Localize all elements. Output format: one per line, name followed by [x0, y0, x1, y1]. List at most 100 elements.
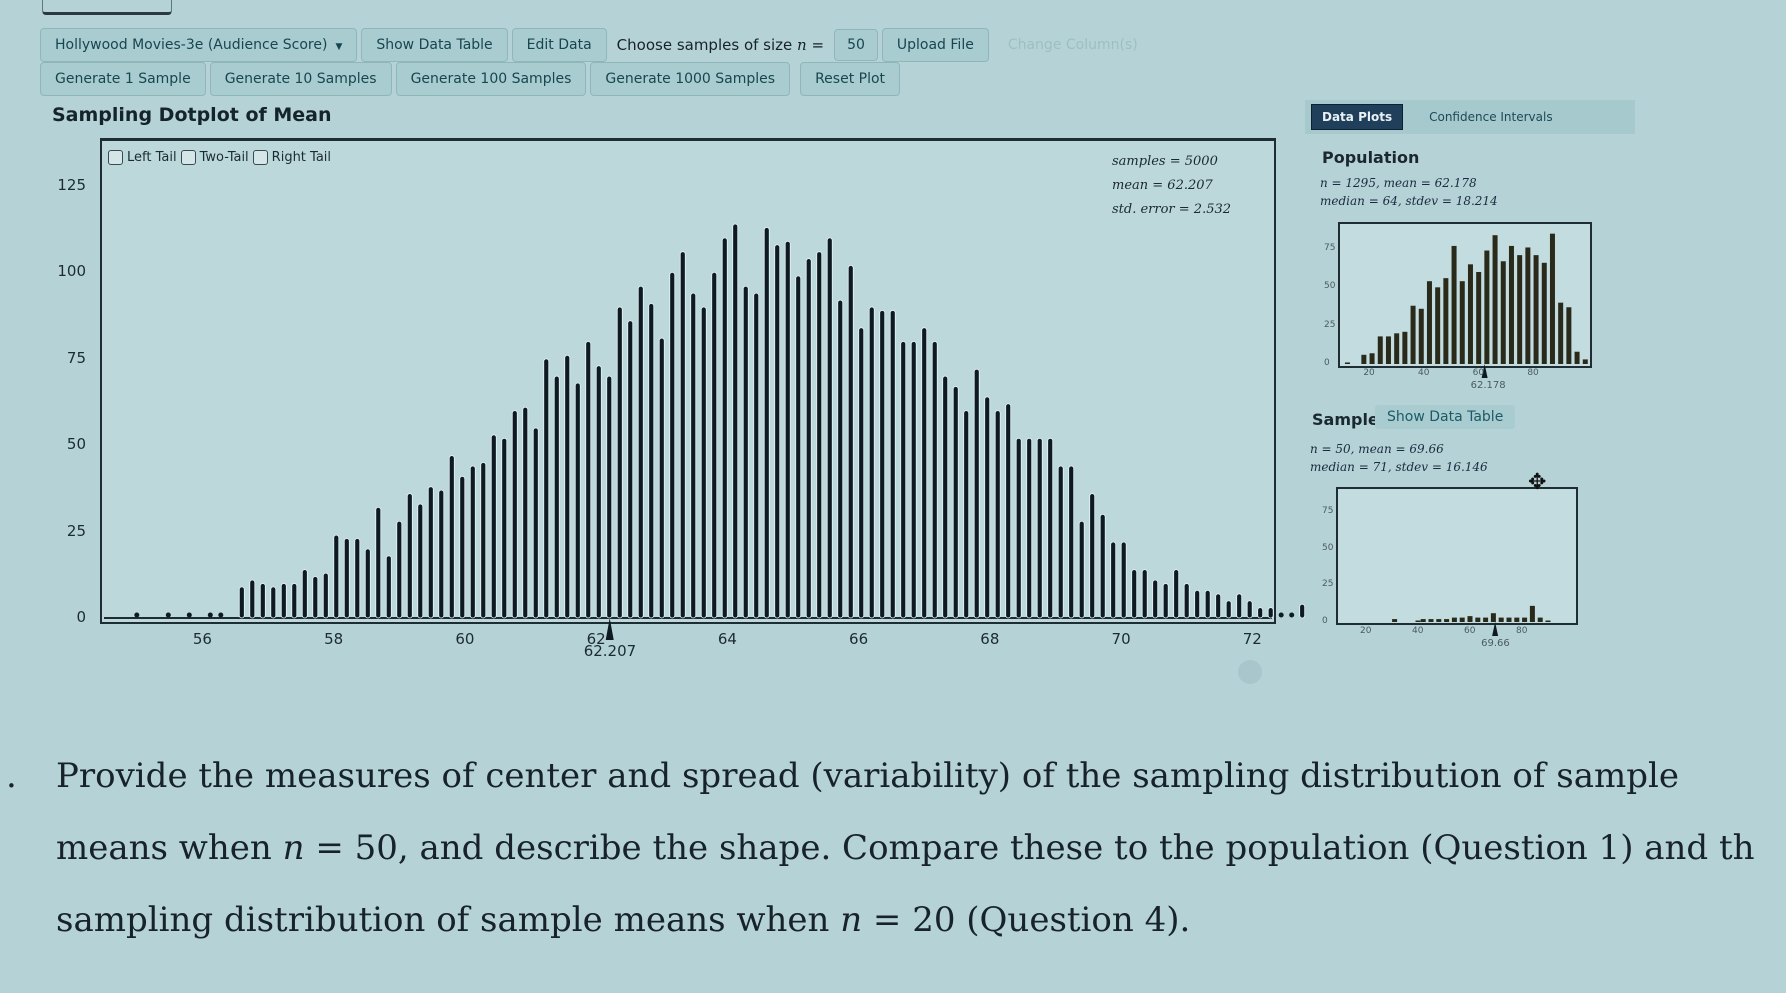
population-bar: [1443, 278, 1449, 364]
sample-bar: [1537, 617, 1543, 622]
sample-mean-label: 69.66: [1481, 638, 1510, 649]
population-bar: [1517, 255, 1523, 364]
histogram-bar: [375, 507, 382, 619]
histogram-bar: [847, 265, 854, 619]
histogram-bar: [900, 341, 907, 619]
histogram-dot: [207, 612, 213, 618]
population-bar: [1500, 261, 1506, 364]
sample-bar: [1529, 605, 1535, 622]
histogram-bar: [1152, 579, 1159, 619]
histogram-dot: [1278, 612, 1284, 618]
histogram-bar: [438, 489, 445, 619]
population-bar: [1344, 362, 1350, 364]
x-tick-label: 66: [849, 630, 869, 648]
histogram-bar: [396, 520, 403, 619]
sample-bar: [1522, 617, 1528, 622]
x-tick-label: 70: [1111, 630, 1131, 648]
histogram-bar: [1036, 437, 1043, 619]
histogram-bar: [1015, 437, 1022, 619]
q2a: means when: [56, 828, 283, 868]
histogram-bar: [1047, 437, 1054, 619]
histogram-bar: [595, 365, 602, 619]
sample-x-tick: 60: [1464, 626, 1476, 636]
sample-mean-marker-icon: [1492, 622, 1499, 636]
histogram-bar: [994, 410, 1001, 619]
histogram-bar: [606, 375, 613, 619]
population-bar: [1476, 272, 1482, 364]
histogram-bar: [648, 303, 655, 619]
histogram-dot: [218, 612, 224, 618]
histogram-bar: [1089, 493, 1096, 619]
histogram-bar: [585, 341, 592, 619]
mean-marker-icon: [605, 618, 614, 640]
population-y-tick: 75: [1324, 243, 1336, 253]
histogram-bar: [1057, 465, 1064, 619]
sample-y-tick: 75: [1322, 506, 1334, 516]
q3a: sampling distribution of sample means wh…: [56, 900, 841, 940]
histogram-bar: [616, 306, 623, 619]
histogram-bar: [700, 306, 707, 619]
histogram-bar: [385, 555, 392, 619]
histogram-bar: [532, 427, 539, 619]
population-bar: [1410, 305, 1416, 364]
x-tick-label: 56: [192, 630, 212, 648]
histogram-bar: [553, 375, 560, 619]
population-mean-label: 62.178: [1470, 380, 1506, 391]
histogram-bar: [574, 382, 581, 619]
population-x-tick: 80: [1527, 368, 1539, 378]
q2b: = 50, and describe the shape. Compare th…: [304, 828, 1755, 868]
histogram-bar: [669, 271, 676, 619]
histogram-bar: [480, 462, 487, 619]
histogram-bar: [322, 572, 329, 619]
histogram-bar: [427, 486, 434, 619]
population-bar: [1484, 250, 1490, 364]
population-y-tick: 50: [1324, 281, 1336, 292]
sample-y-tick: 25: [1322, 579, 1334, 590]
x-tick-label: 60: [455, 630, 475, 648]
histogram-bar: [543, 358, 550, 619]
histogram-bar: [1162, 583, 1169, 619]
q2n: n: [282, 828, 305, 868]
histogram-bar: [417, 503, 424, 619]
histogram-bar: [469, 465, 476, 619]
population-bar: [1435, 287, 1441, 364]
histogram-bar: [238, 586, 245, 619]
population-x-tick: 60: [1472, 368, 1485, 378]
question-line-1: Provide the measures of center and sprea…: [56, 756, 1680, 796]
sample-x-tick: 80: [1516, 626, 1528, 636]
histogram-bar: [312, 576, 319, 619]
histogram-bar: [249, 579, 256, 619]
histogram-bar: [637, 285, 644, 619]
histogram-bar: [963, 410, 970, 619]
histogram-bar: [711, 271, 718, 619]
y-tick-label: 75: [66, 348, 86, 367]
population-x-tick: 20: [1363, 368, 1375, 378]
histogram-bar: [1026, 437, 1033, 619]
histogram-bar: [858, 327, 865, 619]
histogram-bar: [805, 258, 812, 619]
y-tick-label: 50: [66, 435, 86, 454]
population-bar: [1541, 262, 1547, 364]
histogram-dot: [186, 612, 192, 618]
histogram-bar: [826, 237, 833, 619]
histogram-bar: [364, 548, 371, 619]
histogram-bar: [1204, 589, 1211, 619]
histogram-bar: [1068, 465, 1075, 619]
sample-bar: [1459, 617, 1465, 622]
histogram-bar: [679, 251, 686, 619]
histogram-bar: [889, 310, 896, 619]
sample-x-tick: 20: [1360, 626, 1372, 636]
sample-y-tick: 50: [1322, 542, 1334, 553]
population-bar: [1508, 245, 1514, 364]
histogram-dot: [165, 612, 171, 618]
histogram-bar: [753, 292, 760, 619]
sample-bar: [1415, 620, 1421, 622]
y-tick-label: 125: [57, 176, 86, 194]
histogram-bar: [732, 223, 739, 619]
y-tick-label: 25: [66, 521, 86, 540]
population-bar: [1361, 354, 1367, 364]
histogram-bar: [291, 583, 298, 619]
histogram-bar: [406, 493, 413, 619]
sample-bar: [1506, 617, 1512, 622]
histogram-bar: [627, 320, 634, 619]
